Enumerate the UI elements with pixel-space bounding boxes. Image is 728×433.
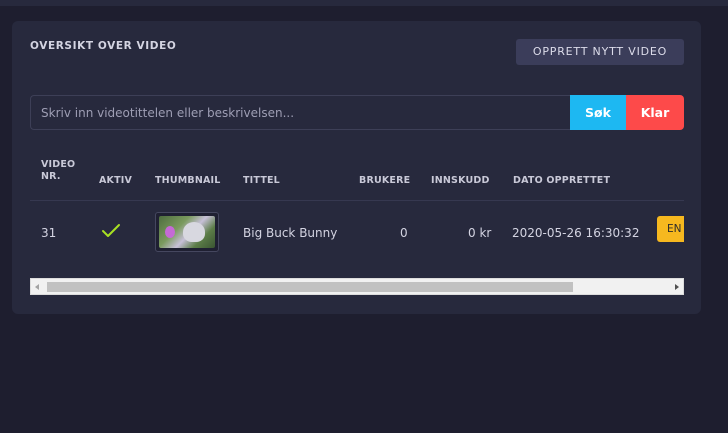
search-button[interactable]: Søk <box>570 95 626 130</box>
cell-video-nr: 31 <box>41 226 57 240</box>
cell-title: Big Buck Bunny <box>243 226 338 240</box>
scroll-left-arrow-icon[interactable] <box>35 284 39 290</box>
header-video-nr-line2: NR. <box>41 171 61 182</box>
thumbnail-flower <box>165 226 175 238</box>
search-input[interactable] <box>30 95 571 130</box>
thumbnail-bunny <box>183 222 205 242</box>
top-bar <box>0 0 728 6</box>
cell-deposit: 0 kr <box>468 226 492 240</box>
cell-users: 0 <box>400 226 408 240</box>
header-video-nr: VIDEO NR. <box>41 159 75 183</box>
cell-created: 2020-05-26 16:30:32 <box>512 226 640 240</box>
header-created: DATO OPPRETTET <box>513 175 611 186</box>
header-video-nr-line1: VIDEO <box>41 159 76 170</box>
search-bar: Søk Klar <box>30 95 684 130</box>
header-users: BRUKERE <box>359 175 411 186</box>
header-thumbnail: THUMBNAIL <box>155 175 221 186</box>
scroll-right-arrow-icon[interactable] <box>675 284 679 290</box>
thumbnail-picture <box>159 216 215 248</box>
header-active: AKTIV <box>99 175 133 186</box>
row-action-button[interactable]: EN <box>657 216 684 242</box>
create-video-button[interactable]: OPPRETT NYTT VIDEO <box>516 39 684 65</box>
header-divider <box>30 200 684 201</box>
video-table: VIDEO NR. AKTIV THUMBNAIL TITTEL BRUKERE… <box>30 149 684 295</box>
header-deposit: INNSKUDD <box>431 175 490 186</box>
header-title: TITTEL <box>243 175 280 186</box>
horizontal-scrollbar[interactable] <box>30 278 684 295</box>
card-title: OVERSIKT OVER VIDEO <box>30 40 177 52</box>
thumbnail-image[interactable] <box>155 212 219 252</box>
scroll-thumb[interactable] <box>47 282 573 292</box>
check-icon <box>102 224 120 237</box>
clear-button[interactable]: Klar <box>626 95 684 130</box>
